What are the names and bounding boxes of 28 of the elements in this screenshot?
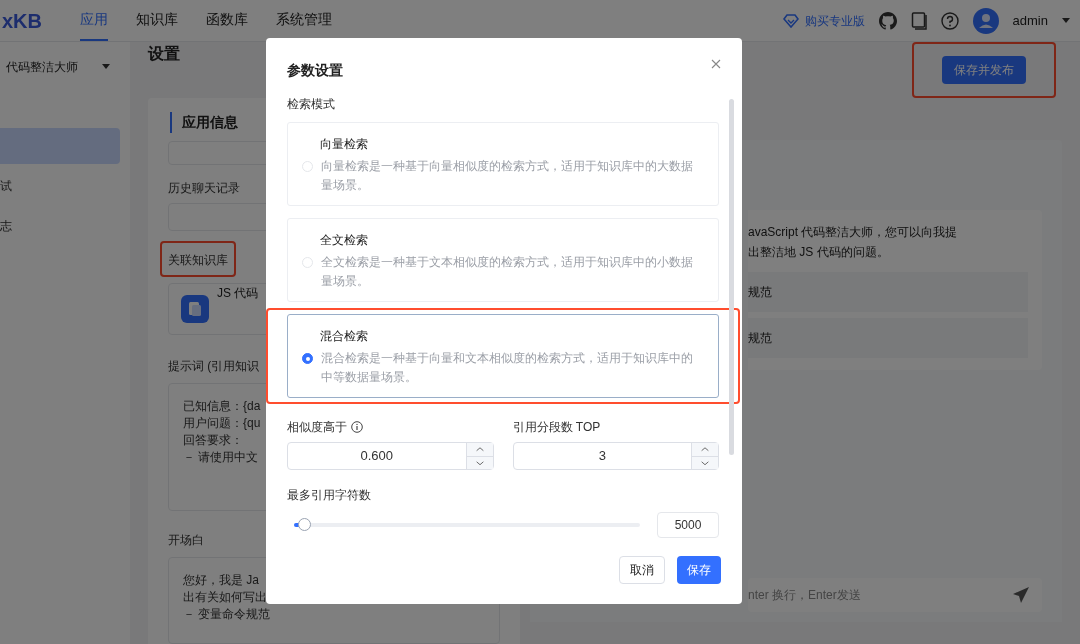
option-title: 混合检索 bbox=[319, 328, 369, 345]
option-description: 混合检索是一种基于向量和文本相似度的检索方式，适用于知识库中的中等数据量场景。 bbox=[321, 351, 694, 385]
section-label: 检索模式 bbox=[287, 96, 335, 113]
option-title: 全文检索 bbox=[319, 232, 369, 249]
text-line: 您好，我是 Ja bbox=[183, 572, 259, 589]
field-label: 提示词 (引用知识 bbox=[168, 358, 260, 375]
field-label: 开场白 bbox=[168, 532, 204, 549]
field-label: 关联知识库 bbox=[168, 253, 228, 267]
dialog-title: 参数设置 bbox=[287, 61, 343, 80]
text-line: 用户问题：{qu bbox=[183, 415, 261, 432]
text-line: － 变量命令规范 bbox=[183, 606, 271, 623]
text-line: － 请使用中文 bbox=[183, 449, 259, 466]
logo: xKB bbox=[2, 8, 43, 34]
field-label: 最多引用字符数 bbox=[287, 487, 371, 504]
page-title: 设置 bbox=[148, 44, 180, 64]
option-description: 全文检索是一种基于文本相似度的检索方式，适用于知识库中的小数据量场景。 bbox=[321, 255, 694, 289]
section-title: 应用信息 bbox=[182, 113, 238, 132]
field-label: 引用分段数 TOP bbox=[512, 419, 601, 436]
knowledge-name: JS 代码 bbox=[217, 285, 259, 302]
text-line: 出有关如何写出 bbox=[183, 589, 267, 606]
field-label: 相似度高于 bbox=[287, 419, 347, 436]
text-line: 已知信息：{da bbox=[183, 398, 261, 415]
message-text: avaScript 代码整洁大师，您可以向我提 bbox=[748, 224, 959, 241]
message-text: 出整洁地 JS 代码的问题。 bbox=[748, 244, 890, 261]
option-description: 向量检索是一种基于向量相似度的检索方式，适用于知识库中的大数据量场景。 bbox=[321, 159, 694, 193]
text-line: 回答要求： bbox=[183, 432, 243, 449]
field-label: 历史聊天记录 bbox=[168, 180, 240, 197]
option-title: 向量检索 bbox=[319, 136, 369, 153]
